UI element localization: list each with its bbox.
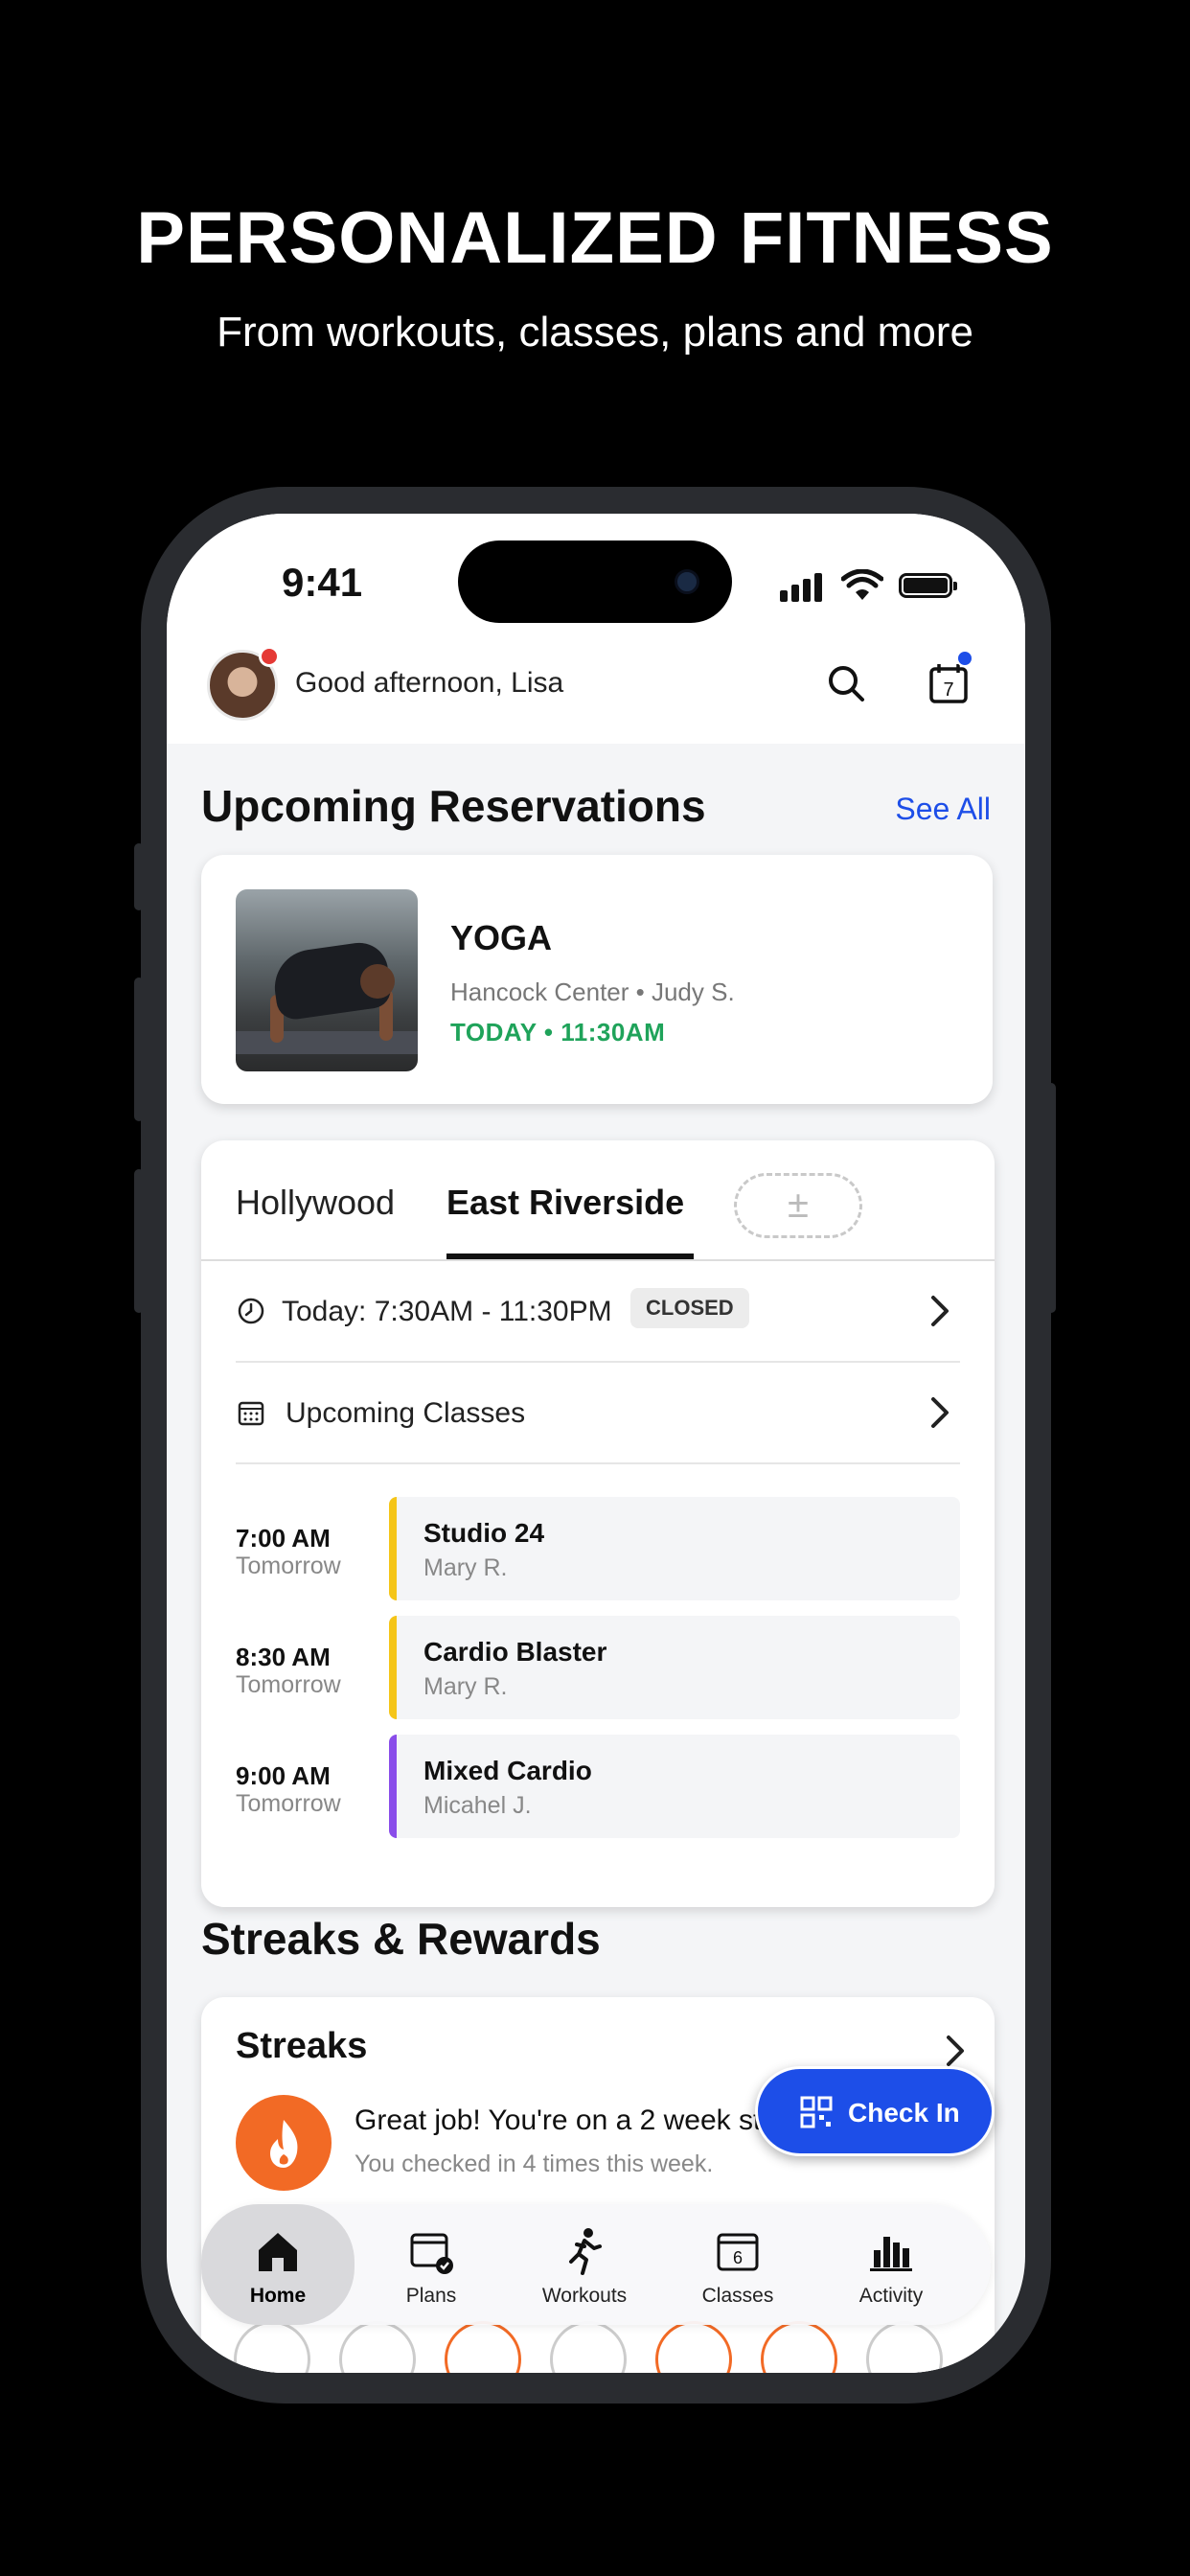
notification-dot (259, 646, 280, 667)
phone-volume-down (134, 1169, 144, 1313)
status-bar: 9:41 (167, 514, 1025, 638)
status-time: 9:41 (282, 560, 363, 605)
class-instructor: Micahel J. (423, 1792, 532, 1819)
reservation-title: YOGA (450, 918, 553, 957)
status-badge: CLOSED (630, 1288, 749, 1328)
nav-classes[interactable]: 6 Classes (661, 2204, 814, 2325)
nav-activity[interactable]: Activity (814, 2204, 968, 2325)
calendar-day: 7 (943, 679, 953, 701)
nav-home[interactable]: Home (201, 2204, 355, 2325)
flame-icon (270, 2120, 298, 2168)
class-name: Mixed Cardio (423, 1756, 592, 1785)
class-box: Studio 24 Mary R. (389, 1497, 960, 1600)
nav-label: Plans (405, 2285, 457, 2307)
top-bar: Good afternoon, Lisa 7 (167, 638, 1025, 744)
class-day: Tomorrow (236, 1552, 341, 1579)
promo-subhead: From workouts, classes, plans and more (217, 309, 973, 356)
workouts-icon (569, 2228, 602, 2275)
class-color-bar (389, 1616, 397, 1719)
tab-hollywood[interactable]: Hollywood (236, 1183, 395, 1223)
nav-label: Classes (701, 2285, 774, 2307)
battery-icon (899, 573, 957, 598)
search-button[interactable] (818, 656, 876, 713)
add-location-button[interactable]: ± (734, 1173, 862, 1238)
nav-label: Activity (858, 2285, 924, 2307)
hours-row[interactable]: Today: 7:30AM - 11:30PM CLOSED (236, 1261, 960, 1363)
nav-workouts[interactable]: Workouts (508, 2204, 661, 2325)
class-time: 7:00 AM (236, 1524, 331, 1552)
class-box: Mixed Cardio Micahel J. (389, 1735, 960, 1838)
class-color-bar (389, 1735, 397, 1838)
class-item[interactable]: 9:00 AM Tomorrow Mixed Cardio Micahel J. (236, 1735, 960, 1838)
wifi-icon (841, 569, 883, 600)
nav-label: Home (249, 2285, 307, 2307)
activity-icon (870, 2237, 912, 2271)
class-box: Cardio Blaster Mary R. (389, 1616, 960, 1719)
greeting-text: Good afternoon, Lisa (295, 667, 564, 699)
class-instructor: Mary R. (423, 1673, 508, 1700)
class-color-bar (389, 1497, 397, 1600)
calendar-badge (956, 650, 973, 667)
hours-text: Today: 7:30AM - 11:30PM (282, 1296, 612, 1327)
chevron-right-icon (947, 2036, 964, 2066)
bottom-nav: Home Plans Workouts 6 Classes Activity (201, 2204, 991, 2325)
phone-power-button (1046, 1083, 1056, 1313)
phone-volume-up (134, 978, 144, 1121)
nav-plans[interactable]: Plans (355, 2204, 508, 2325)
streak-subtext: You checked in 4 times this week. (355, 2150, 714, 2177)
tab-east-riverside[interactable]: East Riverside (446, 1183, 684, 1223)
signal-icon (780, 573, 826, 602)
active-tab-indicator (446, 1254, 694, 1259)
reservation-card[interactable]: YOGA Hancock Center • Judy S. TODAY • 11… (201, 855, 993, 1104)
phone-screen: 9:41 Good afternoon, Lisa 7 Upcoming Res… (167, 514, 1025, 2373)
see-all-link[interactable]: See All (895, 792, 991, 827)
class-time: 9:00 AM (236, 1761, 331, 1790)
class-time: 8:30 AM (236, 1643, 331, 1671)
upcoming-classes-label: Upcoming Classes (286, 1397, 526, 1429)
home-icon (259, 2233, 297, 2271)
calendar-button[interactable]: 7 (920, 650, 977, 713)
location-card: Hollywood East Riverside ± Today: 7:30AM… (201, 1140, 995, 1907)
yoga-photo (236, 889, 418, 1071)
streaks-title: Streaks (236, 2026, 368, 2066)
check-in-button[interactable]: Check In (755, 2066, 995, 2156)
plans-icon (410, 2233, 453, 2274)
camera-icon (675, 569, 699, 594)
class-item[interactable]: 7:00 AM Tomorrow Studio 24 Mary R. (236, 1497, 960, 1600)
phone-action-button (134, 843, 144, 910)
reservations-title: Upcoming Reservations (201, 781, 706, 831)
chevron-right-icon (931, 1296, 949, 1326)
classes-icon: 6 (717, 2233, 759, 2271)
upcoming-classes-row[interactable]: Upcoming Classes (236, 1363, 960, 1464)
clock-icon (238, 1298, 264, 1324)
search-icon (829, 666, 864, 702)
check-in-label: Check In (848, 2098, 960, 2128)
class-item[interactable]: 8:30 AM Tomorrow Cardio Blaster Mary R. (236, 1616, 960, 1719)
rewards-title: Streaks & Rewards (201, 1914, 601, 1964)
class-instructor: Mary R. (423, 1554, 508, 1581)
dynamic-island (458, 540, 732, 623)
calendar-grid-icon (238, 1401, 264, 1426)
class-day: Tomorrow (236, 1671, 341, 1698)
nav-label: Workouts (541, 2285, 628, 2307)
class-day: Tomorrow (236, 1790, 341, 1817)
location-tabs: Hollywood East Riverside ± (201, 1140, 995, 1261)
flame-badge (236, 2095, 332, 2191)
promo-headline: PERSONALIZED FITNESS (136, 197, 1054, 279)
reservation-time: TODAY • 11:30AM (450, 1018, 666, 1046)
class-name: Cardio Blaster (423, 1637, 607, 1667)
chevron-right-icon (931, 1397, 949, 1428)
reservation-location: Hancock Center • Judy S. (450, 978, 735, 1006)
class-name: Studio 24 (423, 1518, 545, 1548)
streak-message: Great job! You're on a 2 week st (355, 2104, 762, 2136)
qr-code-icon (800, 2096, 833, 2128)
svg-text:6: 6 (733, 2248, 743, 2267)
